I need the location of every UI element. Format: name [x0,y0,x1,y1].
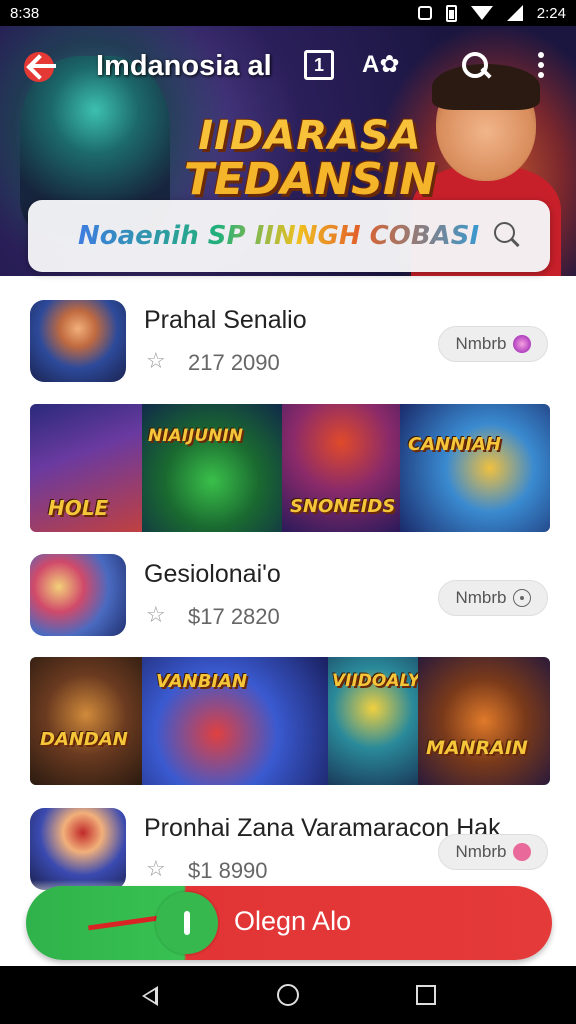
translate-icon-label: A [362,51,380,78]
banner-panel: CANNIAH [400,404,550,532]
search-icon[interactable] [460,50,490,80]
list-item[interactable]: Gesiolonai'o ☆ $17 2820 Nmbrb [0,554,576,654]
banner-panel: MANRAIN [418,657,550,785]
list-item[interactable]: Prahal Senalio ☆ 217 2090 Nmbrb [0,300,576,400]
system-nav-bar [0,966,576,1024]
banner-panel: SNONEIDS [282,404,400,532]
open-app-button[interactable]: Olegn Alo [26,886,552,960]
banner-label: MANRAIN [426,737,528,759]
game-title: Prahal Senalio [144,306,307,334]
translate-icon[interactable]: A✿ [362,50,412,80]
promo-banner[interactable]: DANDAN VANBIAN VIIDOALY MANRAIN [30,657,550,785]
calendar-icon[interactable]: 1 [304,50,334,80]
status-bar: 8:38 2:24 [0,0,576,26]
star-icon: ☆ [146,602,166,627]
status-time-right: 2:24 [536,4,566,22]
game-badge-button[interactable]: Nmbrb [438,834,548,870]
open-app-label: Olegn Alo [234,906,352,936]
wifi-icon [470,6,493,20]
search-bar-icon[interactable] [494,222,522,250]
hero-title-line2: TEDANSIN [183,154,437,205]
banner-panel: DANDAN [30,657,142,785]
game-title: Gesiolonai'o [144,560,281,588]
badge-label: Nmbrb [455,588,507,607]
banner-label: DANDAN [40,729,128,750]
banner-label: VIIDOALY [332,671,421,691]
status-icons: 2:24 [417,4,566,22]
app-title: Imdanosia al [96,50,272,82]
badge-label: Nmbrb [455,842,507,861]
badge-dot-icon [512,335,531,353]
badge-label: Nmbrb [455,334,507,353]
hero-title: IIDARASA TEDANSIN [160,116,460,202]
nav-recents-icon[interactable] [416,985,436,1005]
battery-icon [445,4,457,22]
top-app-bar: Imdanosia al 1 A✿ [0,38,576,94]
signal-icon [506,5,523,21]
banner-panel: VIIDOALY [328,657,421,785]
game-badge-button[interactable]: Nmbrb [438,580,548,616]
banner-panel: HOLE [30,404,142,532]
banner-panel: VANBIAN [142,657,328,785]
game-badge-button[interactable]: Nmbrb [438,326,548,362]
game-thumbnail [30,554,126,636]
star-icon: ☆ [146,856,166,881]
banner-label: CANNIAH [408,434,501,455]
hero-title-line1: IIDARASA [198,113,422,159]
mute-icon [417,6,432,20]
nav-back-icon[interactable] [142,986,158,1006]
status-time-left: 8:38 [10,4,40,22]
search-bar-text: Noaenih SP IINNGH COBASI [78,221,480,251]
more-options-icon[interactable] [534,50,548,80]
promo-banner[interactable]: HOLE NIAIJUNIN SNONEIDS CANNIAH [30,404,550,532]
game-thumbnail [30,300,126,382]
banner-label: NIAIJUNIN [148,426,243,446]
search-bar[interactable]: Noaenih SP IINNGH COBASI [28,200,550,272]
badge-dot-icon [512,843,531,861]
banner-label: HOLE [48,496,109,520]
nav-home-icon[interactable] [277,984,299,1006]
arrow-icon [88,914,166,931]
badge-circle-icon [512,589,531,607]
game-meta: $17 2820 [188,604,280,629]
banner-panel: NIAIJUNIN [142,404,282,532]
game-meta: 217 2090 [188,350,280,375]
banner-label: SNONEIDS [290,496,396,517]
back-button[interactable] [24,48,60,84]
game-thumbnail [30,808,126,890]
back-icon [24,52,54,82]
slider-knob[interactable] [156,892,218,954]
star-icon: ☆ [146,348,166,373]
banner-label: VANBIAN [156,671,248,692]
